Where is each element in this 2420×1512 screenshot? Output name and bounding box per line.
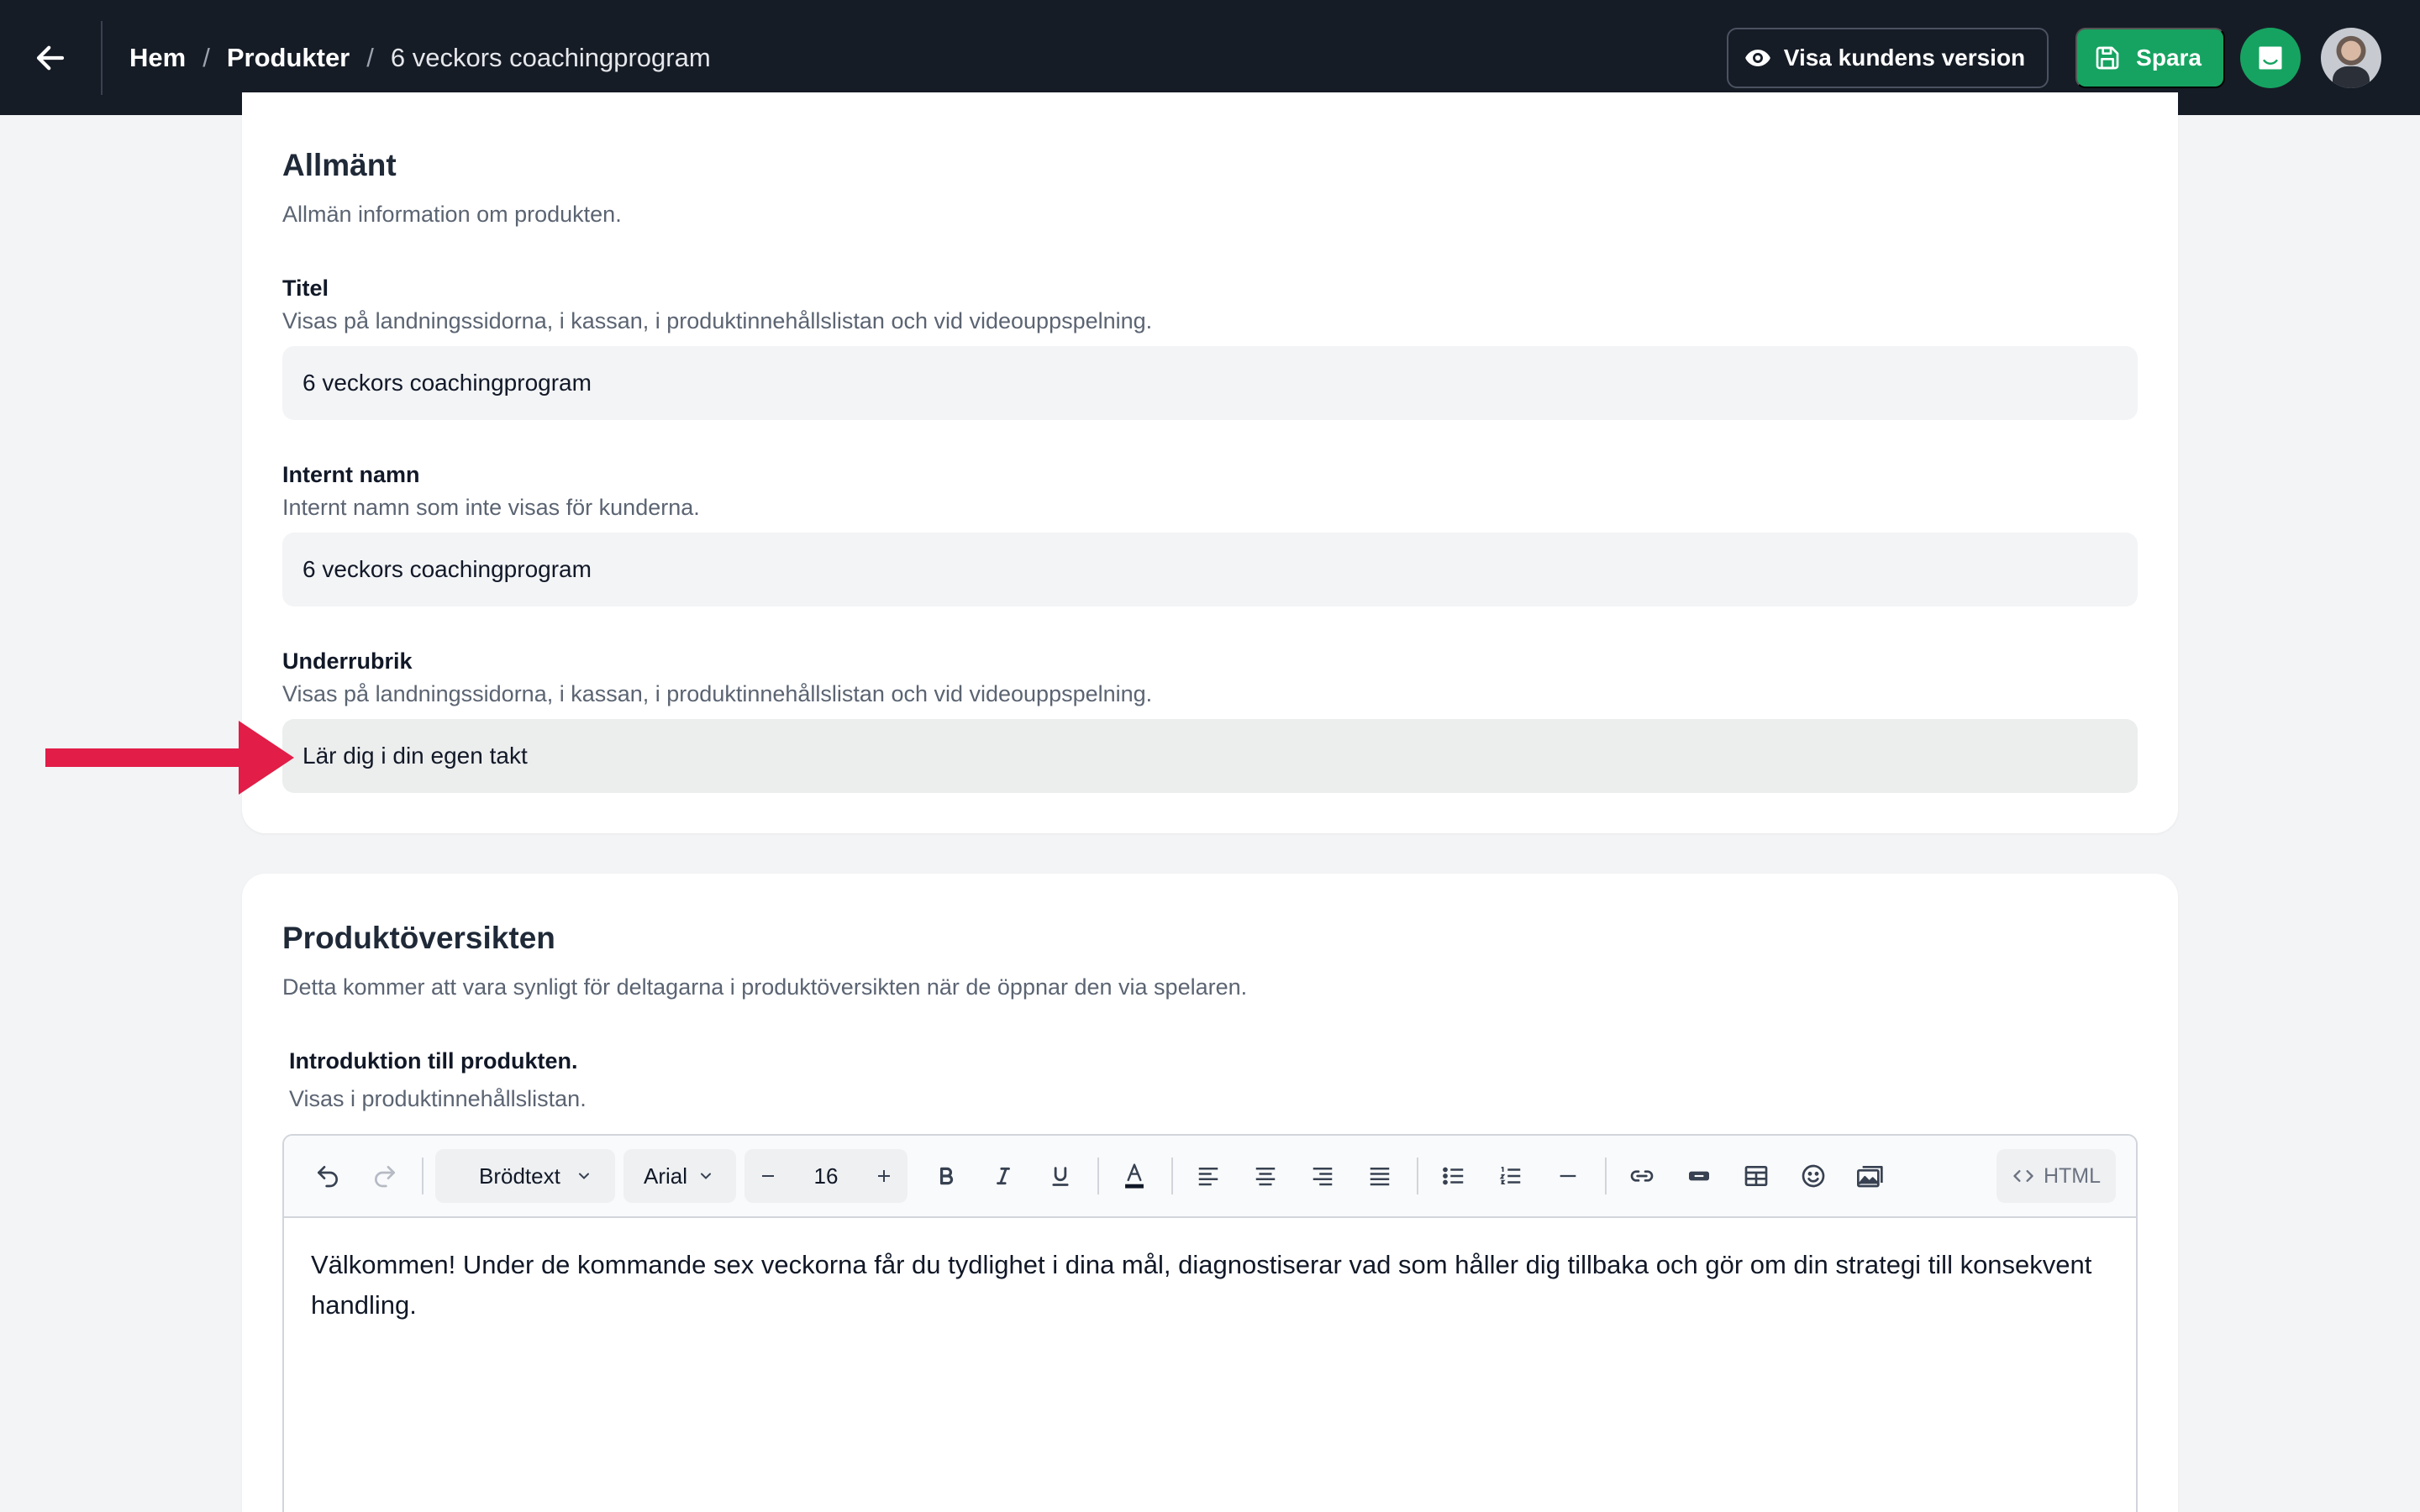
breadcrumb-separator: / — [203, 42, 210, 72]
customer-preview-label: Visa kundens version — [1783, 44, 2026, 71]
title-help: Visas på landningssidorna, i kassan, i p… — [282, 308, 1153, 333]
align-justify-icon — [1370, 1168, 1390, 1186]
link-icon — [1630, 1170, 1654, 1182]
chevron-down-icon — [578, 1173, 589, 1179]
horizontal-rule-button[interactable] — [1544, 1152, 1591, 1200]
align-left-icon — [1198, 1168, 1218, 1186]
redo-button[interactable] — [361, 1152, 408, 1200]
italic-button[interactable] — [980, 1152, 1027, 1200]
font-family-select[interactable]: Arial — [623, 1149, 736, 1203]
insert-button-button[interactable] — [1676, 1152, 1723, 1200]
overview-card: Produktöversikten Detta kommer att vara … — [242, 874, 2178, 1512]
button-icon — [1689, 1171, 1709, 1181]
text-color-icon — [1125, 1163, 1144, 1189]
align-right-icon — [1313, 1168, 1333, 1186]
image-icon — [1856, 1166, 1883, 1188]
undo-button[interactable] — [304, 1152, 351, 1200]
font-family-value: Arial — [644, 1163, 688, 1189]
font-size-increase-button[interactable] — [860, 1166, 908, 1186]
align-center-button[interactable] — [1242, 1152, 1289, 1200]
breadcrumb-separator: / — [366, 42, 374, 72]
toolbar-separator — [1097, 1158, 1099, 1194]
title-field-group: Titel Visas på landningssidorna, i kassa… — [282, 276, 2138, 420]
subheading-field-group: Underrubrik Visas på landningssidorna, i… — [282, 648, 2138, 793]
subheading-input[interactable] — [282, 719, 2138, 793]
bullet-list-button[interactable] — [1430, 1152, 1477, 1200]
save-icon — [2096, 46, 2119, 69]
toolbar-separator — [1605, 1158, 1607, 1194]
toolbar-separator — [422, 1158, 424, 1194]
general-title: Allmänt — [282, 148, 397, 182]
overview-title: Produktöversikten — [282, 921, 555, 955]
emoji-icon — [1802, 1164, 1825, 1188]
rich-text-editor: Brödtext Arial 16 HTML Välkommen! Under … — [282, 1134, 2138, 1512]
block-style-value: Brödtext — [479, 1163, 560, 1189]
toolbar-separator — [1171, 1158, 1173, 1194]
font-size-value[interactable]: 16 — [792, 1163, 860, 1189]
save-button[interactable]: Spara — [2075, 27, 2225, 88]
font-size-stepper: 16 — [744, 1149, 908, 1203]
breadcrumb: Hem / Produkter / 6 veckors coachingprog… — [129, 43, 711, 73]
internal-name-field-group: Internt namn Internt namn som inte visas… — [282, 462, 2138, 606]
editor-content[interactable]: Välkommen! Under de kommande sex veckorn… — [284, 1218, 2136, 1352]
overview-subtitle: Detta kommer att vara synligt för deltag… — [282, 974, 1248, 1000]
font-size-decrease-button[interactable] — [744, 1166, 792, 1186]
numbered-list-button[interactable] — [1487, 1152, 1534, 1200]
align-justify-button[interactable] — [1356, 1152, 1403, 1200]
emoji-button[interactable] — [1790, 1152, 1837, 1200]
title-input[interactable] — [282, 346, 2138, 420]
bold-button[interactable] — [923, 1152, 970, 1200]
horizontal-rule-icon — [1560, 1174, 1576, 1178]
plus-icon — [878, 1170, 890, 1182]
intro-label: Introduktion till produkten. — [289, 1048, 578, 1074]
back-arrow-icon — [36, 45, 65, 70]
chat-icon — [2259, 46, 2282, 69]
underline-button[interactable] — [1037, 1152, 1084, 1200]
html-source-label: HTML — [2043, 1163, 2101, 1188]
back-button[interactable] — [0, 0, 101, 115]
subheading-label: Underrubrik — [282, 648, 413, 674]
general-subtitle: Allmän information om produkten. — [282, 202, 622, 227]
breadcrumb-home[interactable]: Hem — [129, 43, 186, 73]
toolbar-separator — [1417, 1158, 1418, 1194]
breadcrumb-current: 6 veckors coachingprogram — [390, 42, 711, 72]
title-label: Titel — [282, 276, 329, 301]
customer-preview-button[interactable]: Visa kundens version — [1726, 27, 2049, 88]
chat-button[interactable] — [2240, 27, 2301, 88]
block-style-select[interactable]: Brödtext — [435, 1149, 615, 1203]
align-left-button[interactable] — [1185, 1152, 1232, 1200]
topbar-divider — [101, 20, 103, 95]
underline-icon — [1052, 1167, 1069, 1186]
text-color-button[interactable] — [1111, 1152, 1158, 1200]
table-icon — [1744, 1166, 1768, 1186]
editor-toolbar: Brödtext Arial 16 HTML — [284, 1136, 2136, 1218]
internal-name-input[interactable] — [282, 533, 2138, 606]
internal-name-help: Internt namn som inte visas för kunderna… — [282, 495, 700, 520]
intro-help: Visas i produktinnehållslistan. — [289, 1086, 587, 1111]
intro-field-group: Introduktion till produkten. Visas i pro… — [289, 1048, 2138, 1112]
internal-name-label: Internt namn — [282, 462, 420, 487]
italic-icon — [997, 1167, 1010, 1185]
bullet-list-icon — [1443, 1167, 1464, 1185]
code-icon — [2013, 1170, 2033, 1182]
image-button[interactable] — [1847, 1152, 1894, 1200]
user-avatar[interactable] — [2321, 27, 2381, 88]
numbered-list-icon — [1499, 1167, 1521, 1184]
save-label: Spara — [2136, 44, 2202, 71]
undo-icon — [318, 1166, 338, 1188]
link-button[interactable] — [1618, 1152, 1665, 1200]
chevron-down-icon — [701, 1173, 712, 1179]
breadcrumb-products[interactable]: Produkter — [227, 43, 350, 73]
align-right-button[interactable] — [1299, 1152, 1346, 1200]
table-button[interactable] — [1733, 1152, 1780, 1200]
redo-icon — [375, 1166, 395, 1188]
minus-icon — [762, 1175, 774, 1177]
eye-icon — [1744, 49, 1770, 66]
subheading-help: Visas på landningssidorna, i kassan, i p… — [282, 681, 1153, 706]
annotation-arrow-icon — [45, 721, 294, 795]
bold-icon — [939, 1167, 954, 1185]
html-source-button[interactable]: HTML — [1996, 1149, 2116, 1203]
general-card: Allmänt Allmän information om produkten.… — [242, 92, 2178, 833]
align-center-icon — [1255, 1168, 1276, 1186]
